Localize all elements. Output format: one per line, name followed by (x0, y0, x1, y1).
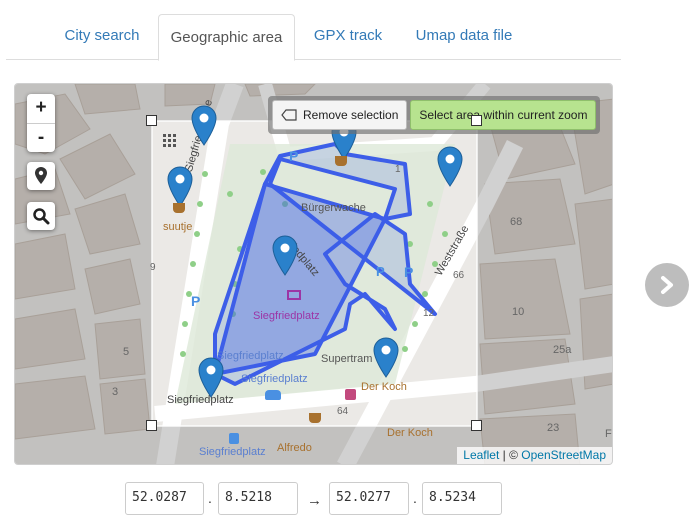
attribution-separator: | © (499, 448, 522, 462)
house-number-23: 23 (547, 422, 560, 434)
openstreetmap-link[interactable]: OpenStreetMap (521, 448, 606, 462)
remove-selection-label: Remove selection (303, 108, 399, 122)
label-supertram: Supertram (321, 353, 373, 365)
next-button[interactable] (645, 263, 689, 307)
lat1-field[interactable]: 52.0287 (125, 482, 204, 515)
lon1-field[interactable]: 8.5218 (218, 482, 298, 515)
cafe-icon (309, 413, 321, 423)
selection-handle-top-right[interactable] (471, 115, 482, 126)
zoom-in-button[interactable]: + (27, 94, 55, 123)
selection-handle-top-left[interactable] (146, 115, 157, 126)
locate-button[interactable] (27, 162, 55, 190)
grid-icon (163, 134, 176, 147)
label-siegfriedplatz-sw2: Siegfriedplatz (241, 373, 308, 385)
select-area-label: Select area within current zoom (419, 108, 588, 122)
tab-city-search[interactable]: City search (52, 14, 152, 60)
selection-handle-bottom-right[interactable] (471, 420, 482, 431)
label-derkoch-1: Der Koch (361, 381, 407, 393)
house-number-68: 68 (510, 216, 523, 228)
cafe-icon (335, 156, 347, 166)
house-number-9: 9 (150, 262, 156, 273)
house-number-1: 1 (395, 164, 401, 175)
car-icon (265, 390, 281, 400)
location-pin-icon (35, 167, 47, 184)
leaflet-link[interactable]: Leaflet (463, 448, 499, 462)
map-marker-icon[interactable] (197, 356, 225, 398)
lon2-field[interactable]: 8.5234 (422, 482, 502, 515)
chevron-right-icon (661, 276, 673, 294)
zoom-control: + - (27, 94, 55, 152)
label-derkoch-2: Der Koch (387, 427, 433, 439)
house-number-25a: 25a (553, 344, 572, 356)
coord-separator: . (208, 490, 212, 506)
house-number-5: 5 (123, 346, 130, 358)
map-marker-icon[interactable] (436, 145, 464, 187)
search-icon (33, 208, 50, 225)
label-siegfriedplatz-bottom: Siegfriedplatz (199, 446, 266, 458)
map-view[interactable]: Siegfriedstraße Weststraße Siegfriedplat… (14, 83, 613, 465)
theater-icon (287, 290, 301, 300)
parking-icon: P (289, 148, 299, 164)
area-select-toolbar: Remove selection Select area within curr… (268, 96, 601, 134)
label-siegfriedplatz-center: Siegfriedplatz (253, 310, 320, 322)
map-marker-icon[interactable] (271, 234, 299, 276)
parking-icon: P (376, 264, 385, 279)
tab-geographic-area[interactable]: Geographic area (158, 14, 295, 61)
house-number-10: 10 (512, 306, 525, 318)
coord-separator: . (413, 490, 417, 506)
zoom-out-button[interactable]: - (27, 123, 55, 152)
search-button[interactable] (27, 202, 55, 230)
range-arrow: → (307, 492, 322, 509)
app-root: City search Geographic area GPX track Um… (0, 0, 698, 522)
eraser-icon (281, 109, 297, 121)
label-burgerwache: Bürgerwache (301, 202, 366, 214)
house-number-12: 12 (423, 308, 435, 319)
shop-icon (345, 389, 356, 400)
select-area-button[interactable]: Select area within current zoom (410, 100, 597, 130)
map-attribution: Leaflet | © OpenStreetMap (457, 447, 612, 464)
map-marker-icon[interactable] (166, 165, 194, 207)
tab-bar: City search Geographic area GPX track Um… (6, 14, 621, 61)
map-marker-icon[interactable] (190, 104, 218, 146)
house-number-64: 64 (337, 406, 349, 417)
label-alfredo: Alfredo (277, 442, 312, 454)
house-number-66: 66 (453, 270, 465, 281)
parking-icon: P (191, 293, 201, 309)
label-siegfriedplatz-sw1: Siegfriedplatz (217, 350, 284, 362)
map-marker-icon[interactable] (372, 336, 400, 378)
tab-umap-data-file[interactable]: Umap data file (404, 14, 524, 60)
remove-selection-button[interactable]: Remove selection (272, 100, 408, 130)
house-number-3: 3 (112, 386, 119, 398)
cafe-icon (173, 203, 185, 213)
label-suutje: suutje (163, 221, 193, 233)
parking-icon: P (404, 264, 414, 280)
map-letter-f: F (605, 428, 612, 440)
lat2-field[interactable]: 52.0277 (329, 482, 409, 515)
bus-stop-icon (229, 433, 239, 444)
selection-handle-bottom-left[interactable] (146, 420, 157, 431)
tab-gpx-track[interactable]: GPX track (304, 14, 392, 60)
